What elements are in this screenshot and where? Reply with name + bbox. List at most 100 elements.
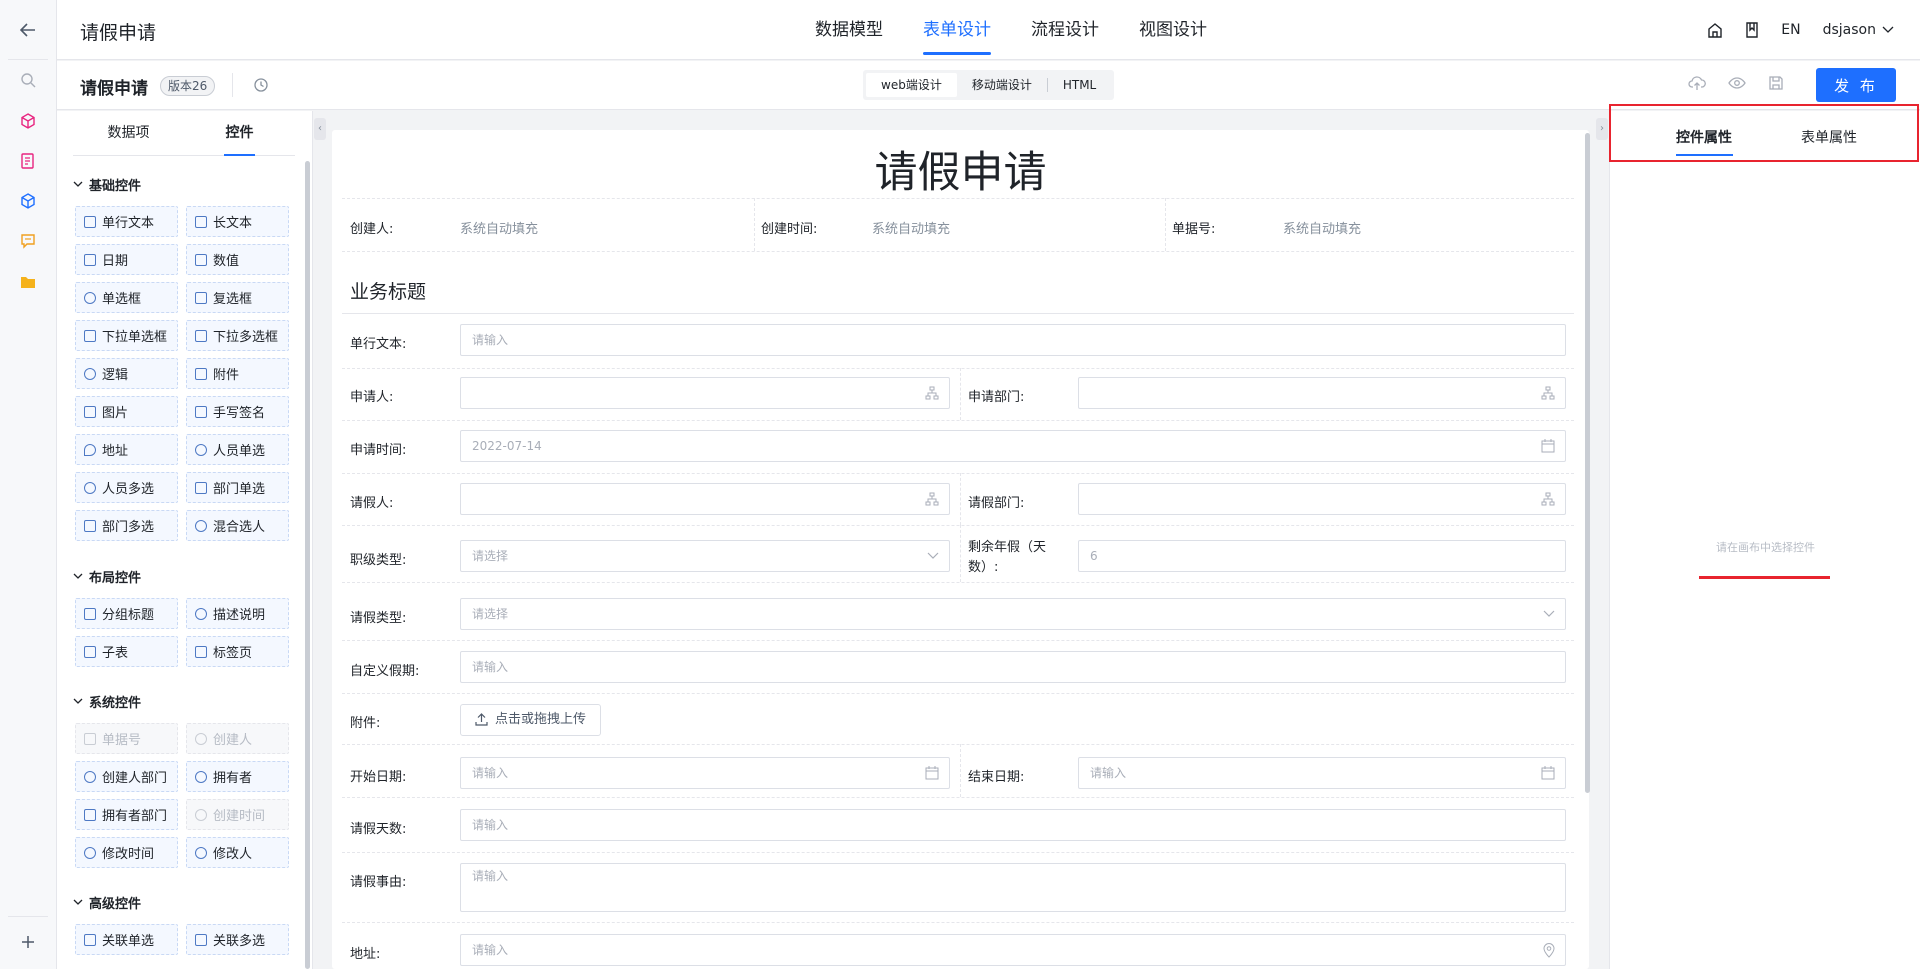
field-label: 单行文本:: [350, 337, 407, 352]
field-label: 附件:: [350, 716, 381, 731]
control-tabs[interactable]: 标签页: [186, 636, 289, 667]
control-dept-single[interactable]: 部门单选: [186, 472, 289, 503]
custom-period-input[interactable]: 请输入: [460, 651, 1566, 683]
control-person-multi[interactable]: 人员多选: [75, 472, 178, 503]
field-label: 请假人:: [350, 496, 394, 511]
section-title[interactable]: 业务标题: [350, 277, 426, 304]
control-create-time: 创建时间: [186, 799, 289, 830]
field-label: 剩余年假（天 数）:: [968, 540, 1047, 575]
tab-form-design[interactable]: 表单设计: [903, 0, 1011, 60]
control-signature[interactable]: 手写签名: [186, 396, 289, 427]
calendar-icon: [1541, 439, 1555, 453]
control-link-multi[interactable]: 关联多选: [186, 924, 289, 955]
control-dropdown-single[interactable]: 下拉单选框: [75, 320, 178, 351]
owner-dept-icon: [84, 808, 96, 821]
tab-controls[interactable]: 控件: [184, 111, 295, 156]
mode-web[interactable]: web端设计: [866, 73, 957, 97]
language-switch[interactable]: EN: [1781, 22, 1800, 38]
design-toolbar: 请假申请 版本26 web端设计 移动端设计 HTML 发 布: [57, 61, 1920, 110]
help-icon: [195, 607, 207, 620]
end-date-input[interactable]: 请输入: [1078, 757, 1566, 789]
control-modifier[interactable]: 修改人: [186, 837, 289, 868]
mode-html[interactable]: HTML: [1048, 73, 1111, 97]
canvas-scrollbar[interactable]: [1585, 133, 1590, 793]
mode-mobile[interactable]: 移动端设计: [957, 73, 1047, 97]
control-dept-multi[interactable]: 部门多选: [75, 510, 178, 541]
control-person-single[interactable]: 人员单选: [186, 434, 289, 465]
book-icon[interactable]: [1745, 22, 1759, 38]
control-creator-dept[interactable]: 创建人部门: [75, 761, 178, 792]
control-mixed-select[interactable]: 混合选人: [186, 510, 289, 541]
group-system-header[interactable]: 系统控件: [73, 691, 295, 711]
tab-process-design[interactable]: 流程设计: [1011, 0, 1119, 60]
control-description[interactable]: 描述说明: [186, 598, 289, 629]
home-icon[interactable]: [1707, 22, 1723, 38]
control-owner-dept[interactable]: 拥有者部门: [75, 799, 178, 830]
control-checkbox[interactable]: 复选框: [186, 282, 289, 313]
start-date-input[interactable]: 请输入: [460, 757, 950, 789]
control-modify-time[interactable]: 修改时间: [75, 837, 178, 868]
package-icon[interactable]: [18, 191, 38, 211]
tab-data-items[interactable]: 数据项: [73, 111, 184, 155]
control-attachment[interactable]: 附件: [186, 358, 289, 389]
control-single-text[interactable]: 单行文本: [75, 206, 178, 237]
rank-type-select[interactable]: 请选择: [460, 540, 950, 572]
tab-data-model[interactable]: 数据模型: [795, 0, 903, 60]
control-image[interactable]: 图片: [75, 396, 178, 427]
left-scrollbar[interactable]: [305, 161, 310, 969]
publish-button[interactable]: 发 布: [1816, 68, 1896, 102]
group-layout-header[interactable]: 布局控件: [73, 566, 295, 586]
group-title: 布局控件: [89, 570, 142, 586]
controls-panel: 数据项 控件 基础控件 单行文本 长文本 日期 数值 单选框 复选框 下拉单选框…: [57, 111, 313, 969]
remaining-days-input[interactable]: 6: [1078, 540, 1566, 572]
upload-icon: [475, 713, 488, 726]
tab-view-design[interactable]: 视图设计: [1119, 0, 1227, 60]
control-owner[interactable]: 拥有者: [186, 761, 289, 792]
paperclip-icon: [195, 367, 207, 380]
address-input[interactable]: 请输入: [460, 934, 1566, 966]
cloud-upload-icon[interactable]: [1688, 75, 1706, 91]
folder-icon[interactable]: [18, 272, 38, 292]
plus-icon[interactable]: [18, 932, 38, 952]
apply-dept-input[interactable]: [1078, 377, 1566, 409]
leave-days-input[interactable]: 请输入: [460, 809, 1566, 841]
control-link-single[interactable]: 关联单选: [75, 924, 178, 955]
control-long-text[interactable]: 长文本: [186, 206, 289, 237]
cube-icon[interactable]: [18, 111, 38, 131]
control-date[interactable]: 日期: [75, 244, 178, 275]
clock-edit-icon: [84, 846, 96, 859]
eye-icon[interactable]: [1728, 75, 1746, 91]
applicant-input[interactable]: [460, 377, 950, 409]
single-text-input[interactable]: 请输入: [460, 324, 1566, 356]
group-advanced-header[interactable]: 高级控件: [73, 892, 295, 912]
control-subtable[interactable]: 子表: [75, 636, 178, 667]
checkbox-icon: [195, 291, 207, 304]
upload-button[interactable]: 点击或拖拽上传: [460, 704, 602, 736]
toolbar-icons: [1688, 75, 1784, 91]
history-icon[interactable]: [253, 77, 269, 93]
user-menu[interactable]: dsjason: [1823, 22, 1894, 38]
control-dropdown-multi[interactable]: 下拉多选框: [186, 320, 289, 351]
meta-doc-no-label: 单据号:: [1172, 222, 1216, 237]
control-group-title[interactable]: 分组标题: [75, 598, 178, 629]
search-icon[interactable]: [18, 70, 38, 90]
form-title[interactable]: 请假申请: [332, 138, 1589, 200]
field-label: 结束日期:: [968, 770, 1025, 785]
form-icon[interactable]: [18, 151, 38, 171]
reason-textarea[interactable]: 请输入: [460, 863, 1566, 912]
collapse-right-handle[interactable]: ›: [1596, 118, 1608, 140]
save-icon[interactable]: [1768, 75, 1784, 91]
back-arrow-icon[interactable]: [18, 20, 38, 40]
collapse-left-handle[interactable]: ‹: [314, 118, 326, 140]
leave-person-input[interactable]: [460, 483, 950, 515]
leave-type-select[interactable]: 请选择: [460, 598, 1566, 630]
message-icon[interactable]: [18, 231, 38, 251]
link-icon: [84, 933, 96, 946]
control-radio[interactable]: 单选框: [75, 282, 178, 313]
group-basic-header[interactable]: 基础控件: [73, 174, 295, 194]
apply-time-input[interactable]: 2022-07-14: [460, 430, 1566, 462]
control-address[interactable]: 地址: [75, 434, 178, 465]
leave-dept-input[interactable]: [1078, 483, 1566, 515]
control-logic[interactable]: 逻辑: [75, 358, 178, 389]
control-number[interactable]: 数值: [186, 244, 289, 275]
